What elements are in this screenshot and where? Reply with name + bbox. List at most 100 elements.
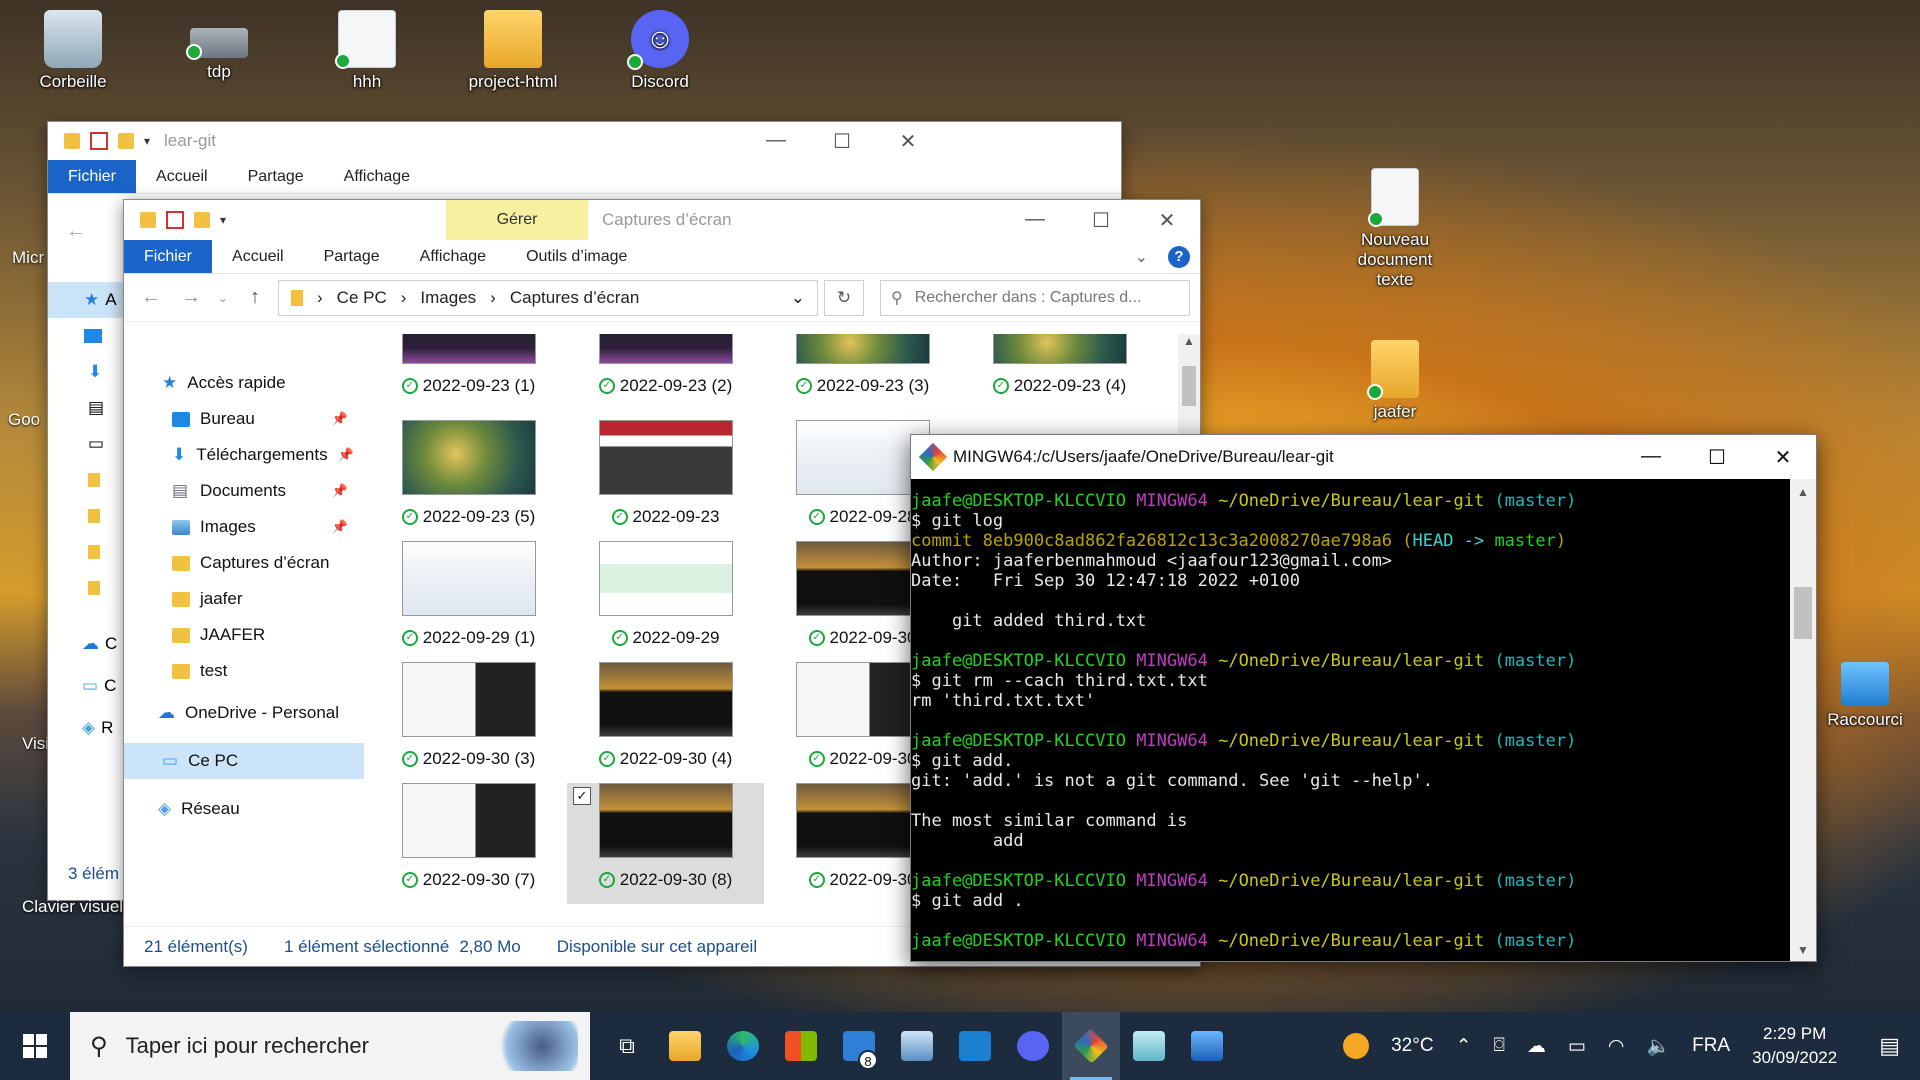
taskbar-file-explorer[interactable] bbox=[656, 1012, 714, 1080]
taskbar-git-bash[interactable] bbox=[1062, 1012, 1120, 1080]
new-folder-icon[interactable] bbox=[118, 133, 134, 149]
chevron-down-icon[interactable]: ⌄ bbox=[791, 288, 805, 308]
sidebar-item[interactable]: ★ A bbox=[48, 282, 128, 318]
scroll-thumb[interactable] bbox=[1794, 587, 1812, 639]
sidebar-item[interactable]: ▭ C bbox=[48, 668, 128, 704]
desktop-icon-discord[interactable]: ☺ Discord bbox=[605, 10, 715, 92]
battery-icon[interactable]: ▭ bbox=[1568, 1035, 1586, 1058]
taskbar-remote-desktop[interactable] bbox=[888, 1012, 946, 1080]
taskbar-app-blue[interactable] bbox=[946, 1012, 1004, 1080]
terminal-scrollbar[interactable]: ▲ ▼ bbox=[1790, 479, 1816, 961]
taskbar-edge[interactable] bbox=[714, 1012, 772, 1080]
tab-affichage[interactable]: Affichage bbox=[324, 160, 430, 193]
nav-item-telechargements[interactable]: ⬇ Téléchargements 📌 bbox=[124, 437, 364, 473]
title-bar[interactable]: ▾ lear-git — ☐ ✕ bbox=[48, 122, 1121, 160]
forward-arrow-icon[interactable]: → bbox=[174, 286, 208, 309]
tab-partage[interactable]: Partage bbox=[228, 160, 324, 193]
selection-checkbox[interactable]: ✓ bbox=[573, 787, 591, 805]
nav-item-documents[interactable]: ▤ Documents 📌 bbox=[124, 473, 364, 509]
volume-icon[interactable]: 🔈 bbox=[1646, 1034, 1670, 1058]
file-tile[interactable]: ✓ 2022-09-30 (7) bbox=[370, 783, 567, 904]
task-view-button[interactable]: ⧉ bbox=[598, 1012, 656, 1080]
file-tile[interactable]: ✓ 2022-09-23 (5) bbox=[370, 420, 567, 541]
tab-accueil[interactable]: Accueil bbox=[136, 160, 228, 193]
desktop-icon-nouveau-document[interactable]: Nouveau document texte bbox=[1340, 168, 1450, 290]
taskbar-mail[interactable]: 8 bbox=[830, 1012, 888, 1080]
taskbar-notepad[interactable] bbox=[1120, 1012, 1178, 1080]
tab-partage[interactable]: Partage bbox=[304, 240, 400, 273]
sidebar-item[interactable]: ☁ C bbox=[48, 626, 128, 662]
nav-item-reseau[interactable]: ◈ Réseau bbox=[124, 791, 364, 827]
wifi-icon[interactable]: ◠ bbox=[1608, 1035, 1625, 1058]
nav-item-jaafer-upper[interactable]: JAAFER bbox=[124, 617, 364, 653]
desktop-icon-raccourci[interactable]: Raccourci bbox=[1810, 662, 1920, 730]
weather-sun-icon[interactable] bbox=[1343, 1033, 1370, 1059]
maximize-button[interactable]: ☐ bbox=[1068, 208, 1134, 233]
search-input[interactable]: ⚲ Rechercher dans : Captures d... bbox=[880, 279, 1190, 316]
nav-item-test[interactable]: test bbox=[124, 653, 364, 689]
file-tile[interactable]: ✓ 2022-09-23 (4) bbox=[961, 334, 1158, 445]
contextual-tab-group[interactable]: Gérer bbox=[446, 200, 589, 240]
file-tile[interactable]: ✓ 2022-09-23 bbox=[567, 420, 764, 541]
pin-icon[interactable]: 📌 bbox=[332, 519, 348, 535]
tab-accueil[interactable]: Accueil bbox=[212, 240, 304, 273]
recent-chevron-icon[interactable]: ⌄ bbox=[214, 291, 232, 305]
desktop-icon-jaafer[interactable]: jaafer bbox=[1340, 340, 1450, 422]
title-bar[interactable]: MINGW64:/c/Users/jaafe/OneDrive/Bureau/l… bbox=[911, 435, 1816, 479]
tab-fichier[interactable]: Fichier bbox=[124, 240, 213, 273]
desktop-icon-tdp[interactable]: tdp bbox=[164, 10, 274, 82]
desktop-icon-recycle-bin[interactable]: Corbeille bbox=[18, 10, 128, 92]
scroll-down-icon[interactable]: ▼ bbox=[1790, 943, 1816, 957]
properties-icon[interactable] bbox=[90, 132, 108, 150]
desktop-icon-project-html[interactable]: project-html bbox=[458, 10, 568, 92]
onedrive-icon[interactable]: ☁ bbox=[1527, 1035, 1546, 1058]
scroll-up-icon[interactable]: ▲ bbox=[1790, 485, 1816, 499]
file-tile-selected[interactable]: ✓ ✓ 2022-09-30 (8) bbox=[567, 783, 764, 904]
clock[interactable]: 2:29 PM 30/09/2022 bbox=[1752, 1022, 1837, 1070]
taskbar-photos[interactable] bbox=[1178, 1012, 1236, 1080]
minimize-button[interactable]: — bbox=[743, 129, 809, 154]
nav-item-ce-pc[interactable]: ▭ Ce PC bbox=[124, 743, 364, 779]
file-tile[interactable]: ✓ 2022-09-30 (3) bbox=[370, 662, 567, 783]
minimize-button[interactable]: — bbox=[1002, 208, 1068, 233]
breadcrumb-images[interactable]: Images bbox=[420, 288, 476, 308]
close-button[interactable]: ✕ bbox=[875, 129, 941, 154]
file-tile[interactable]: ✓ 2022-09-29 bbox=[567, 541, 764, 662]
address-bar[interactable]: › Ce PC › Images › Captures d’écran ⌄ bbox=[278, 279, 818, 316]
up-arrow-icon[interactable]: ↑ bbox=[238, 286, 272, 309]
close-button[interactable]: ✕ bbox=[1750, 445, 1816, 470]
refresh-icon[interactable]: ↻ bbox=[824, 279, 864, 316]
ribbon-expand-icon[interactable]: ⌄ bbox=[1135, 247, 1148, 267]
breadcrumb-ce-pc[interactable]: Ce PC bbox=[337, 288, 387, 308]
desktop-icon-hhh[interactable]: hhh bbox=[312, 10, 422, 92]
taskbar-discord[interactable] bbox=[1004, 1012, 1062, 1080]
pin-icon[interactable]: 📌 bbox=[332, 411, 348, 427]
notification-icon[interactable]: ▤ bbox=[1879, 1033, 1900, 1059]
new-folder-icon[interactable] bbox=[194, 212, 210, 228]
scroll-up-icon[interactable]: ▲ bbox=[1178, 334, 1200, 348]
nav-item-captures[interactable]: Captures d’écran bbox=[124, 545, 364, 581]
nav-item-acces-rapide[interactable]: ★ Accès rapide bbox=[124, 365, 364, 401]
maximize-button[interactable]: ☐ bbox=[1684, 445, 1750, 470]
back-nav-arrow[interactable]: ← bbox=[66, 220, 86, 243]
start-button[interactable] bbox=[0, 1034, 70, 1058]
close-button[interactable]: ✕ bbox=[1134, 208, 1200, 233]
nav-item-onedrive[interactable]: ☁ OneDrive - Personal bbox=[124, 695, 364, 731]
terminal-output[interactable]: jaafe@DESKTOP-KLCCVIO MINGW64 ~/OneDrive… bbox=[911, 479, 1790, 961]
taskbar-search-box[interactable]: ⚲ Taper ici pour rechercher bbox=[70, 1012, 590, 1080]
chevron-down-icon[interactable]: ▾ bbox=[144, 134, 150, 148]
nav-item-jaafer[interactable]: jaafer bbox=[124, 581, 364, 617]
file-tile[interactable]: ✓ 2022-09-29 (1) bbox=[370, 541, 567, 662]
maximize-button[interactable]: ☐ bbox=[809, 129, 875, 154]
language-indicator[interactable]: FRA bbox=[1692, 1035, 1730, 1057]
taskbar-store[interactable] bbox=[772, 1012, 830, 1080]
tab-fichier[interactable]: Fichier bbox=[48, 160, 137, 193]
temperature[interactable]: 32°C bbox=[1391, 1035, 1433, 1057]
minimize-button[interactable]: — bbox=[1618, 445, 1684, 470]
scroll-thumb[interactable] bbox=[1182, 366, 1196, 406]
nav-item-bureau[interactable]: Bureau 📌 bbox=[124, 401, 364, 437]
tab-outils-image[interactable]: Outils d’image bbox=[506, 240, 647, 273]
back-arrow-icon[interactable]: ← bbox=[134, 286, 168, 309]
git-bash-window[interactable]: MINGW64:/c/Users/jaafe/OneDrive/Bureau/l… bbox=[910, 434, 1817, 962]
chevron-up-icon[interactable]: ⌃ bbox=[1456, 1035, 1472, 1058]
